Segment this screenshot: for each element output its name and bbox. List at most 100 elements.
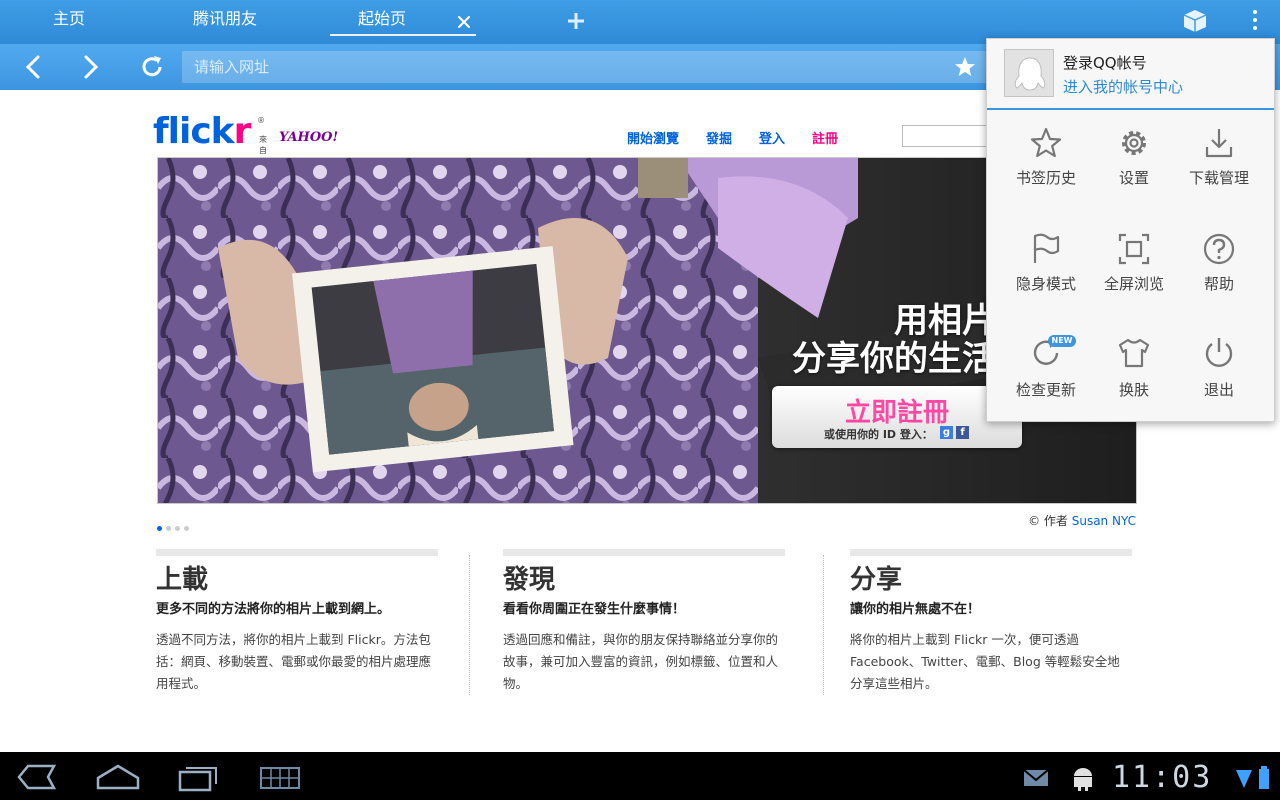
login-with-id-text: 或使用你的 ID 登入：	[824, 428, 933, 441]
column-subtitle: 讓你的相片無處不在！	[850, 602, 981, 617]
menu-item-label: 换肤	[1118, 381, 1149, 399]
nav-signup-link[interactable]: 註冊	[812, 128, 838, 147]
menu-item-help[interactable]: 帮助	[1171, 231, 1267, 331]
star-icon	[1030, 127, 1062, 158]
logo-text-blue: flick	[153, 111, 235, 152]
logo-from-text: 來自	[259, 135, 267, 155]
qq-login-title[interactable]: 登录QQ帐号	[1063, 52, 1147, 73]
plus-icon[interactable]	[561, 6, 591, 36]
back-icon[interactable]	[14, 760, 60, 794]
status-clock[interactable]: 11:03	[1112, 760, 1212, 795]
fullscreen-icon	[1118, 233, 1150, 265]
column-body: 將你的相片上載到 Flickr 一次，便可透過 Facebook、Twitter…	[850, 632, 1120, 691]
nav-explore-link[interactable]: 發掘	[706, 128, 732, 147]
logo-registered: ®	[257, 116, 265, 125]
feature-column-upload: 上載 更多不同的方法將你的相片上載到網上。 透過不同方法，將你的相片上載到 Fl…	[156, 549, 438, 695]
reload-icon[interactable]	[134, 50, 170, 84]
gmail-icon[interactable]	[1022, 760, 1050, 794]
menu-item-label: 设置	[1118, 169, 1149, 187]
menu-item-label: 帮助	[1203, 275, 1234, 293]
credit-author-link[interactable]: Susan NYC	[1072, 514, 1136, 528]
carousel-dot[interactable]	[175, 526, 180, 531]
menu-item-check-update[interactable]: NEW 检查更新	[998, 335, 1094, 435]
column-subtitle: 看看你周圍正在發生什麼事情！	[503, 602, 686, 617]
android-debug-icon[interactable]	[1070, 760, 1096, 794]
menu-item-incognito[interactable]: 隐身模式	[998, 231, 1094, 331]
column-body: 透過不同方法，將你的相片上載到 Flickr。方法包括：網頁、移動裝置、電郵或你…	[156, 632, 432, 691]
menu-item-label: 书签历史	[1015, 169, 1076, 187]
hero-title: 用相片 分享你的生活	[792, 302, 996, 378]
nav-login-link[interactable]: 登入	[759, 128, 785, 147]
chevron-right-icon[interactable]	[72, 50, 108, 84]
feature-column-discover: 發現 看看你周圍正在發生什麼事情！ 透過回應和備註，與你的朋友保持聯絡並分享你的…	[503, 549, 785, 695]
battery-icon	[1256, 760, 1272, 794]
address-input[interactable]: 请输入网址	[182, 51, 990, 83]
nav-browse-link[interactable]: 開始瀏覽	[627, 128, 679, 147]
chevron-left-icon[interactable]	[16, 50, 52, 84]
address-placeholder: 请输入网址	[194, 58, 270, 76]
account-header[interactable]: 登录QQ帐号 进入我的帐号中心	[987, 39, 1274, 110]
close-icon[interactable]	[453, 4, 477, 34]
credit-prefix: © 作者	[1028, 514, 1072, 528]
power-icon	[1205, 338, 1233, 367]
logo-text-pink: r	[233, 111, 252, 152]
column-subtitle: 更多不同的方法將你的相片上載到網上。	[156, 602, 391, 617]
system-navigation-bar: 11:03	[0, 752, 1280, 800]
tab-tencent-friends[interactable]: 腾讯朋友	[170, 0, 280, 36]
wifi-icon	[1234, 760, 1254, 794]
signup-now-label: 立即註冊	[844, 398, 949, 428]
download-icon	[1205, 129, 1233, 158]
column-divider-bar	[850, 549, 1132, 556]
hero-title-line1: 用相片	[894, 301, 996, 341]
new-badge: NEW	[1048, 335, 1076, 347]
menu-item-label: 隐身模式	[1015, 275, 1076, 293]
menu-item-downloads[interactable]: 下载管理	[1171, 125, 1267, 225]
browser-menu: 登录QQ帐号 进入我的帐号中心 书签历史 设置 下载管理 隐身模式 全屏浏览 帮…	[986, 38, 1275, 422]
hero-title-line2: 分享你的生活	[792, 339, 996, 379]
help-icon	[1203, 233, 1235, 265]
menu-item-exit[interactable]: 退出	[1171, 335, 1267, 435]
column-divider-bar	[156, 549, 438, 556]
star-icon[interactable]	[952, 54, 978, 80]
facebook-icon[interactable]: f	[956, 426, 969, 439]
account-center-link[interactable]: 进入我的帐号中心	[1063, 76, 1183, 97]
google-icon[interactable]: g	[940, 426, 953, 439]
tab-label: 主页	[52, 9, 85, 28]
column-title: 發現	[503, 565, 556, 595]
overflow-menu-icon[interactable]	[1242, 6, 1272, 36]
yahoo-logo: YAHOO!	[279, 130, 339, 145]
carousel-dot[interactable]	[184, 526, 189, 531]
column-title: 上載	[156, 565, 209, 595]
flickr-wordmark: flickr	[153, 111, 252, 152]
keyboard-icon[interactable]	[258, 760, 302, 794]
menu-item-settings[interactable]: 设置	[1086, 125, 1182, 225]
menu-item-bookmarks[interactable]: 书签历史	[998, 125, 1094, 225]
home-icon[interactable]	[94, 760, 142, 794]
column-divider-bar	[503, 549, 785, 556]
column-title: 分享	[850, 565, 903, 595]
tab-label: 起始页	[358, 9, 407, 28]
column-separator	[469, 555, 470, 695]
feature-column-share: 分享 讓你的相片無處不在！ 將你的相片上載到 Flickr 一次，便可透過 Fa…	[850, 549, 1132, 695]
menu-item-label: 检查更新	[1015, 381, 1076, 399]
carousel-dots	[157, 516, 193, 535]
carousel-dot[interactable]	[157, 526, 162, 531]
column-body: 透過回應和備註，與你的朋友保持聯絡並分享你的故事，兼可加入豐富的資訊，例如標籤、…	[503, 632, 779, 691]
cube-icon[interactable]	[1180, 6, 1210, 36]
qq-penguin-icon	[1014, 57, 1046, 91]
menu-item-fullscreen[interactable]: 全屏浏览	[1086, 231, 1182, 331]
tab-label: 腾讯朋友	[192, 9, 257, 28]
gear-icon	[1122, 131, 1146, 155]
tab-home[interactable]: 主页	[28, 0, 110, 36]
avatar[interactable]	[1004, 49, 1054, 97]
recent-apps-icon[interactable]	[176, 760, 220, 794]
menu-item-label: 下载管理	[1188, 169, 1249, 187]
menu-item-skin[interactable]: 换肤	[1086, 335, 1182, 435]
signup-now-button[interactable]: 立即註冊 或使用你的 ID 登入： g f	[772, 386, 1022, 448]
incognito-flag-icon	[1033, 233, 1060, 263]
site-search-input[interactable]	[902, 125, 992, 147]
shirt-icon	[1118, 338, 1150, 368]
column-separator	[823, 555, 824, 695]
menu-item-label: 退出	[1203, 381, 1234, 399]
carousel-dot[interactable]	[166, 526, 171, 531]
